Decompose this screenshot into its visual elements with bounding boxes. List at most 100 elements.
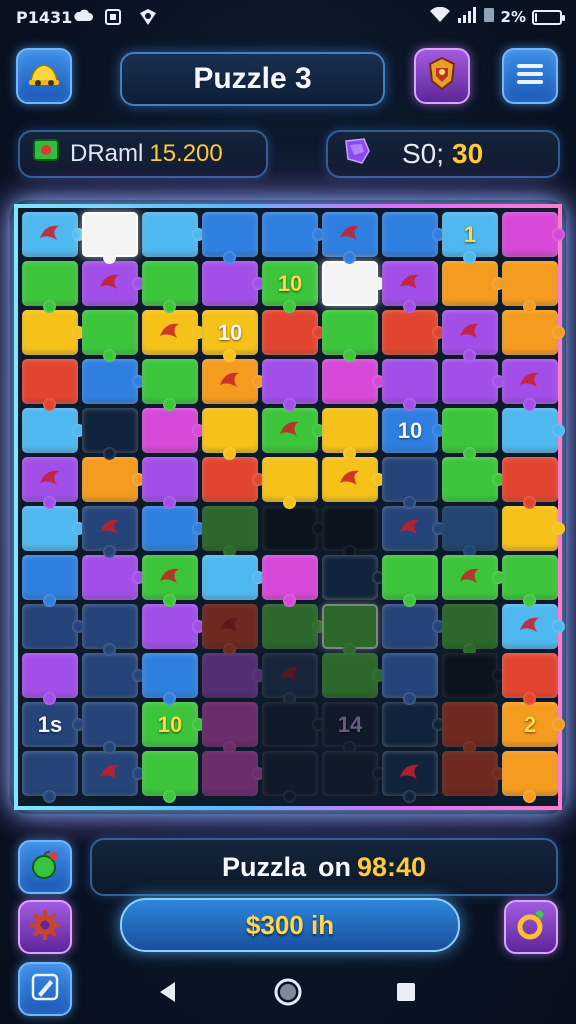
puzzle-piece[interactable] (262, 555, 318, 607)
back-button[interactable] (150, 974, 186, 1010)
puzzle-piece[interactable]: 2 (502, 702, 565, 747)
puzzle-piece[interactable] (502, 653, 558, 705)
puzzle-piece[interactable] (82, 555, 145, 600)
puzzle-piece[interactable] (382, 212, 445, 257)
puzzle-piece[interactable] (262, 702, 325, 747)
puzzle-piece[interactable] (142, 751, 198, 803)
puzzle-piece[interactable] (322, 408, 378, 460)
puzzle-piece[interactable] (382, 261, 438, 313)
puzzle-piece[interactable] (322, 604, 378, 656)
puzzle-piece[interactable] (382, 310, 445, 355)
puzzle-piece[interactable] (502, 604, 565, 649)
puzzle-piece[interactable] (22, 604, 85, 649)
puzzle-piece[interactable] (142, 212, 205, 257)
puzzle-piece[interactable] (82, 408, 138, 460)
puzzle-piece[interactable] (262, 653, 318, 705)
puzzle-piece[interactable] (382, 506, 445, 551)
puzzle-piece[interactable] (262, 506, 325, 551)
puzzle-piece[interactable] (202, 408, 258, 460)
puzzle-piece[interactable] (82, 702, 138, 754)
puzzle-piece[interactable] (262, 359, 318, 411)
puzzle-piece[interactable] (22, 261, 78, 313)
menu-button[interactable] (502, 48, 558, 104)
puzzle-piece[interactable] (502, 751, 558, 803)
puzzle-piece[interactable] (82, 653, 145, 698)
puzzle-piece[interactable] (502, 506, 565, 551)
puzzle-piece[interactable] (322, 653, 385, 698)
puzzle-piece[interactable] (382, 751, 438, 803)
puzzle-piece[interactable] (502, 359, 558, 411)
puzzle-piece[interactable]: 10 (142, 702, 205, 747)
puzzle-piece[interactable] (22, 457, 78, 509)
puzzle-piece[interactable] (502, 261, 558, 313)
puzzle-piece[interactable] (142, 653, 198, 705)
puzzle-piece[interactable] (202, 457, 265, 502)
puzzle-piece[interactable]: 10 (202, 310, 258, 362)
puzzle-piece[interactable] (262, 457, 318, 509)
puzzle-piece[interactable] (82, 506, 138, 558)
puzzle-piece[interactable] (502, 310, 565, 355)
puzzle-piece[interactable] (202, 261, 265, 306)
puzzle-board[interactable]: 1 10 10 10 1s 10 14 2 (14, 204, 565, 810)
puzzle-piece[interactable] (502, 408, 565, 453)
puzzle-piece[interactable] (142, 310, 205, 355)
puzzle-piece[interactable] (442, 653, 505, 698)
money-button[interactable]: $300 ih (120, 898, 460, 952)
puzzle-piece[interactable] (382, 359, 438, 411)
puzzle-piece[interactable] (22, 212, 85, 257)
puzzle-piece[interactable]: 10 (382, 408, 445, 453)
puzzle-piece[interactable] (502, 457, 558, 509)
puzzle-piece[interactable] (322, 457, 385, 502)
puzzle-piece[interactable] (202, 702, 258, 754)
puzzle-piece[interactable] (202, 604, 258, 656)
puzzle-piece[interactable] (22, 555, 78, 607)
crest-button[interactable] (414, 48, 470, 104)
puzzle-piece[interactable] (322, 310, 378, 362)
puzzle-piece[interactable]: 1 (442, 212, 498, 264)
puzzle-piece[interactable] (142, 604, 205, 649)
puzzle-piece[interactable] (262, 310, 325, 355)
puzzle-piece[interactable] (262, 212, 325, 257)
puzzle-piece[interactable] (202, 359, 265, 404)
home-nav-button[interactable] (270, 974, 306, 1010)
puzzle-piece[interactable] (442, 506, 498, 558)
puzzle-piece[interactable] (382, 702, 445, 747)
puzzle-piece[interactable] (502, 212, 565, 257)
puzzle-piece[interactable] (142, 457, 198, 509)
puzzle-piece[interactable] (502, 555, 558, 607)
puzzle-piece[interactable] (322, 212, 378, 264)
puzzle-piece[interactable] (22, 506, 85, 551)
puzzle-piece[interactable]: 14 (322, 702, 378, 754)
puzzle-piece[interactable] (442, 751, 505, 796)
puzzle-piece[interactable] (442, 408, 498, 460)
puzzle-piece[interactable] (382, 555, 438, 607)
puzzle-piece[interactable] (322, 506, 378, 558)
puzzle-piece[interactable] (322, 261, 385, 306)
puzzle-piece[interactable] (442, 359, 505, 404)
puzzle-piece[interactable] (202, 506, 258, 558)
puzzle-piece[interactable] (202, 212, 258, 264)
puzzle-piece[interactable] (82, 212, 138, 264)
puzzle-piece[interactable] (142, 359, 198, 411)
puzzle-piece[interactable] (22, 751, 78, 803)
home-button[interactable] (16, 48, 72, 104)
puzzle-piece[interactable] (82, 261, 145, 306)
puzzle-piece[interactable] (82, 457, 145, 502)
puzzle-piece[interactable] (82, 604, 138, 656)
puzzle-piece[interactable] (82, 751, 145, 796)
puzzle-piece[interactable] (262, 604, 325, 649)
puzzle-piece[interactable] (142, 555, 198, 607)
puzzle-piece[interactable] (442, 555, 505, 600)
puzzle-piece[interactable] (202, 653, 265, 698)
puzzle-piece[interactable] (262, 408, 325, 453)
puzzle-piece[interactable] (82, 359, 145, 404)
puzzle-piece[interactable] (82, 310, 138, 362)
puzzle-piece[interactable] (442, 604, 498, 656)
puzzle-piece[interactable] (382, 457, 438, 509)
puzzle-piece[interactable] (22, 653, 78, 705)
puzzle-piece[interactable] (262, 751, 318, 803)
puzzle-piece[interactable] (322, 555, 385, 600)
puzzle-piece[interactable] (442, 261, 505, 306)
puzzle-piece[interactable] (202, 555, 265, 600)
puzzle-piece[interactable] (442, 702, 498, 754)
